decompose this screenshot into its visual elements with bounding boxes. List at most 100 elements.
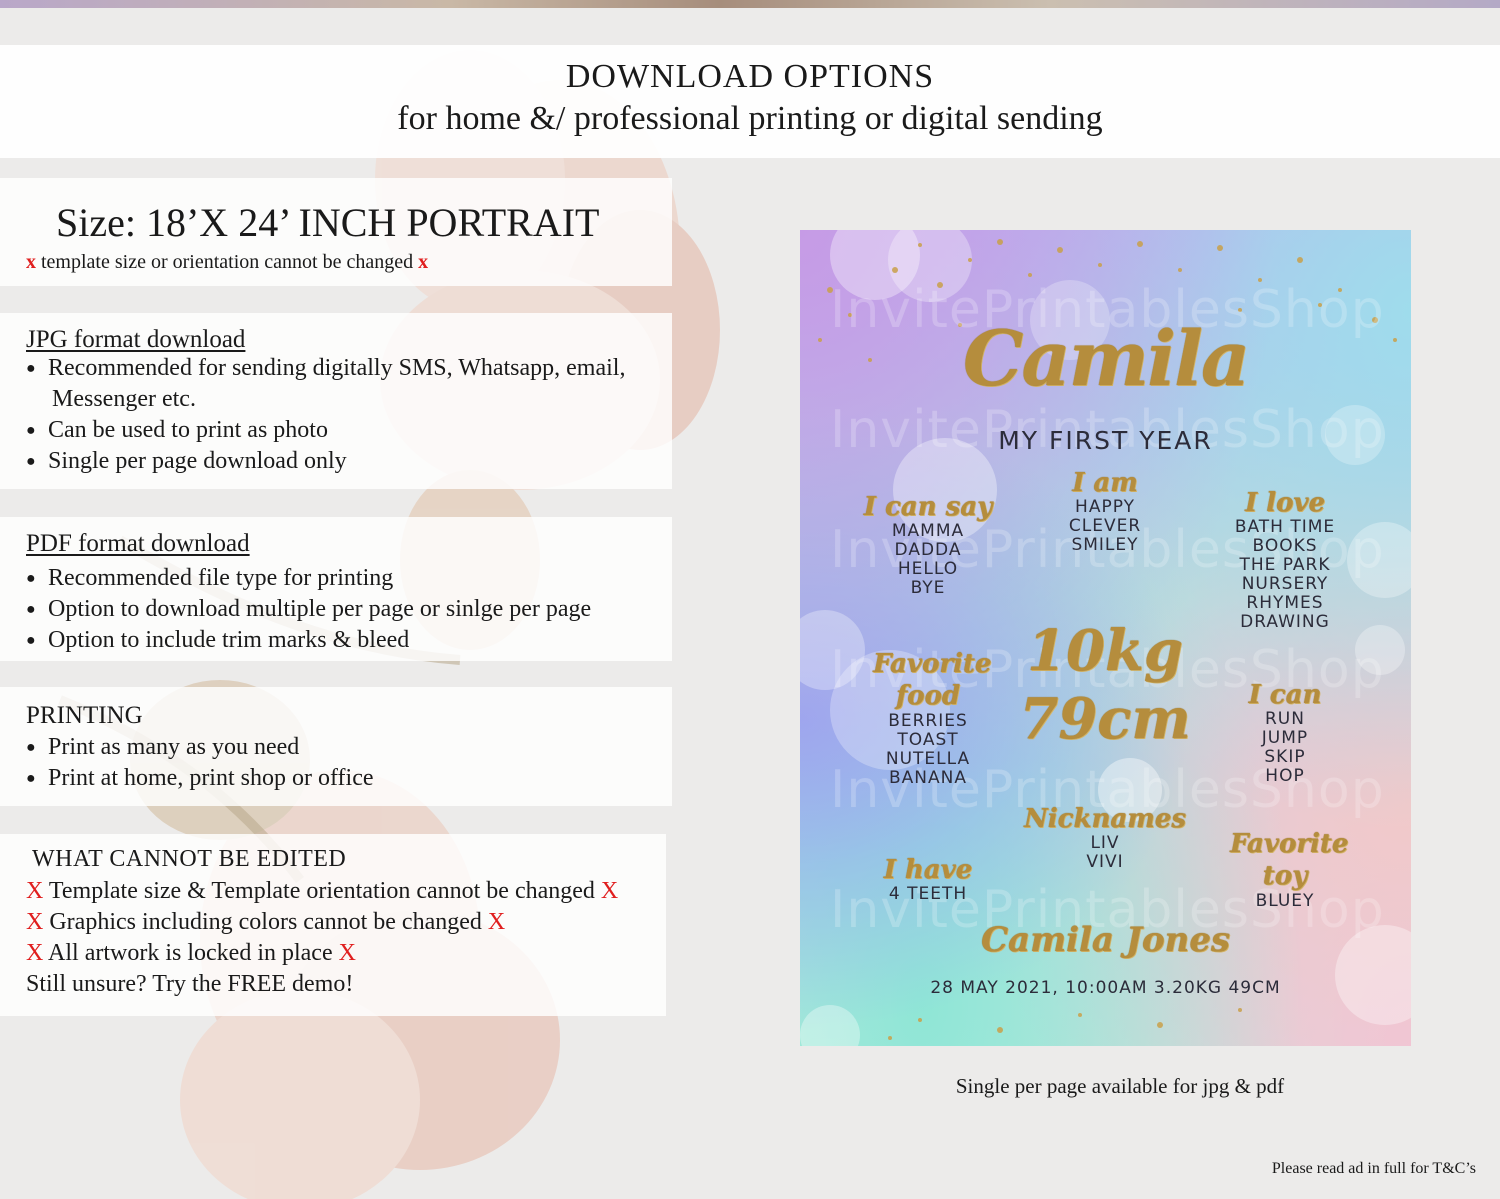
list-item-text: All artwork is locked in place xyxy=(48,940,333,966)
block-item: LIV xyxy=(1090,833,1120,853)
jpg-title: JPG format download xyxy=(26,326,246,353)
not-editable-title: WHAT CANNOT BE EDITED xyxy=(32,846,347,872)
list-item-text: Print at home, print shop or office xyxy=(48,765,374,791)
list-item-text: Graphics including colors cannot be chan… xyxy=(49,909,482,935)
block-item: 4 TEETH xyxy=(888,884,968,904)
block-favorite-toy: Favorite toy BLUEY xyxy=(1200,828,1370,911)
printing-panel: PRINTING ● Print as many as you need ● Pri… xyxy=(0,687,672,806)
block-item: DADDA xyxy=(894,540,962,560)
size-note: x template size or orientation cannot be… xyxy=(26,250,428,274)
block-item: VIVI xyxy=(1086,852,1124,872)
poster-name: Camila xyxy=(962,314,1250,403)
block-item: BLUEY xyxy=(1255,891,1315,911)
block-item: RUN xyxy=(1265,709,1305,729)
poster-birth-info: 28 MAY 2021, 10:00AM 3.20KG 49CM xyxy=(930,978,1281,998)
block-i-am: I am HAPPY CLEVER SMILEY xyxy=(1020,468,1190,555)
block-item: TOAST xyxy=(897,730,959,750)
list-item-text: Can be used to print as photo xyxy=(48,417,328,443)
printing-bullet-list: ● Print as many as you need ● Print at hom… xyxy=(26,732,374,794)
block-heading: Favorite food xyxy=(873,649,992,711)
red-x-icon: x xyxy=(418,251,429,273)
block-heading: Favorite toy xyxy=(1230,829,1349,891)
not-editable-list: X Template size & Template orientation c… xyxy=(26,876,618,1000)
list-item-text: Single per page download only xyxy=(48,448,347,474)
list-item-text: Option to include trim marks & bleed xyxy=(48,627,410,653)
list-item: ● Single per page download only xyxy=(26,446,625,477)
block-item: HAPPY xyxy=(1075,497,1135,517)
list-item-text: Print as many as you need xyxy=(48,734,300,760)
poster-subtitle: MY FIRST YEAR xyxy=(998,426,1213,455)
block-i-love: I love BATH TIME BOOKS THE PARK NURSERY … xyxy=(1200,488,1370,632)
block-can-say: I can say MAMMA DADDA HELLO BYE xyxy=(843,492,1013,598)
block-i-can: I can RUN JUMP SKIP HOP xyxy=(1200,680,1370,786)
preview-caption: Single per page available for jpg & pdf xyxy=(955,1074,1285,1098)
block-nicknames: Nicknames LIV VIVI xyxy=(1020,804,1190,872)
list-item-continuation: Messenger etc. xyxy=(52,386,196,412)
block-heading: I can xyxy=(1248,680,1322,710)
bullet-icon: ● xyxy=(26,453,36,470)
list-item: ● Option to include trim marks & bleed xyxy=(26,625,591,656)
block-heading: I love xyxy=(1244,488,1326,518)
bullet-icon: ● xyxy=(26,601,36,618)
block-item: SKIP xyxy=(1264,747,1306,767)
poster-height: 79cm xyxy=(1019,686,1191,752)
list-item-text: Recommended file type for printing xyxy=(48,565,394,591)
list-item: X Graphics including colors cannot be ch… xyxy=(26,907,618,938)
block-heading: I am xyxy=(1072,468,1138,498)
list-item-text: Option to download multiple per page or … xyxy=(48,596,592,622)
block-item: THE PARK xyxy=(1239,555,1331,575)
block-item: BERRIES xyxy=(888,711,968,731)
red-x-icon: X xyxy=(600,878,619,904)
terms-note: Please read ad in full for T&C’s xyxy=(1271,1160,1476,1177)
poster-weight: 10kg xyxy=(1027,618,1183,684)
red-x-icon: X xyxy=(26,909,44,935)
block-item: RHYMES xyxy=(1246,593,1324,613)
block-item: SMILEY xyxy=(1071,535,1139,555)
not-editable-panel: WHAT CANNOT BE EDITED X Template size & … xyxy=(0,834,666,1016)
header-band: DOWNLOAD OPTIONS for home &/ professiona… xyxy=(0,45,1500,158)
block-item: HELLO xyxy=(897,559,959,579)
block-item: CLEVER xyxy=(1068,516,1142,536)
block-item: NURSERY xyxy=(1241,574,1329,594)
list-item: ● Recommended file type for printing xyxy=(26,563,591,594)
size-title: Size: 18’X 24’ INCH PORTRAIT xyxy=(56,200,600,245)
block-heading: Nicknames xyxy=(1024,804,1186,834)
red-x-icon: X xyxy=(338,940,356,966)
pdf-panel: PDF format download ● Recommended file ty… xyxy=(0,517,672,661)
list-item: ● Print at home, print shop or office xyxy=(26,763,374,794)
bullet-icon: ● xyxy=(26,770,36,787)
poster-preview: InvitePrintablesShop InvitePrintablesSho… xyxy=(800,230,1411,1046)
block-item: BANANA xyxy=(889,768,967,788)
list-item-text: Recommended for sending digitally SMS, W… xyxy=(48,355,626,381)
block-item: JUMP xyxy=(1261,728,1309,748)
bullet-icon: ● xyxy=(26,632,36,649)
block-heading: I can say xyxy=(863,492,993,522)
red-x-icon: x xyxy=(26,251,36,273)
bullet-icon: ● xyxy=(26,739,36,756)
block-item: BYE xyxy=(910,578,946,598)
block-favorite-food: Favorite food BERRIES TOAST NUTELLA BANA… xyxy=(843,648,1013,788)
page-subtitle: for home &/ professional printing or dig… xyxy=(397,100,1103,137)
jpg-panel: JPG format download ● Recommended for sen… xyxy=(0,313,672,489)
printing-title: PRINTING xyxy=(26,702,143,729)
red-x-icon: X xyxy=(26,940,44,966)
page-title: DOWNLOAD OPTIONS xyxy=(565,58,935,95)
block-i-have: I have 4 TEETH xyxy=(843,855,1013,904)
block-item: MAMMA xyxy=(891,521,965,541)
bullet-icon: ● xyxy=(26,360,36,377)
red-x-icon: X xyxy=(487,909,506,935)
red-x-icon: X xyxy=(26,878,44,904)
poster-full-name: Camila Jones xyxy=(980,920,1231,960)
pdf-title: PDF format download xyxy=(26,530,250,557)
list-item: ● Print as many as you need xyxy=(26,732,374,763)
block-item: DRAWING xyxy=(1240,612,1330,632)
block-item: NUTELLA xyxy=(885,749,971,769)
size-panel: Size: 18’X 24’ INCH PORTRAIT x template … xyxy=(0,178,672,286)
list-item: X All artwork is locked in place X xyxy=(26,938,618,969)
demo-note: Still unsure? Try the FREE demo! xyxy=(26,971,354,997)
list-item: ● Recommended for sending digitally SMS, … xyxy=(26,353,625,384)
pdf-bullet-list: ● Recommended file type for printing ● Opt… xyxy=(26,563,591,656)
list-item: ● Option to download multiple per page or… xyxy=(26,594,591,625)
size-note-text: template size or orientation cannot be c… xyxy=(41,251,414,273)
jpg-bullet-list: ● Recommended for sending digitally SMS, … xyxy=(26,353,625,477)
